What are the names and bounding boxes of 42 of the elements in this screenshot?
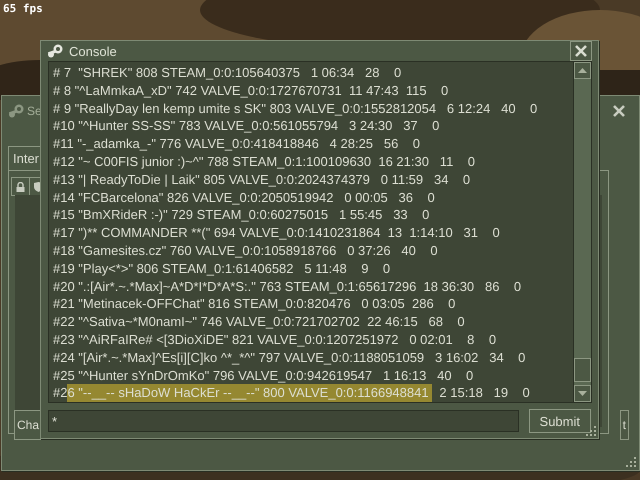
console-text: #17 ")** COMMANDER **(" 694 VALVE_0:0:1410231864 13 1:14:10 31 0 [53, 224, 500, 242]
steam-logo-icon [8, 104, 24, 118]
scroll-thumb[interactable] [574, 358, 591, 382]
console-text: #11 "-_adamka_-" 776 VALVE_0:0:418418846 4 28:25 56 0 [53, 135, 420, 153]
scroll-down-button[interactable] [574, 385, 591, 402]
submit-button[interactable]: Submit [528, 409, 591, 434]
resize-grip-icon [626, 457, 636, 467]
console-text: #13 "| ReadyToDie | Laik" 805 VALVE_0:0:2024374379 0 11:59 34 0 [53, 170, 470, 189]
console-text: #23 "^AiRFaIRe# <[3DioXiDE" 821 VALVE_0:0:1207251972 0 02:01 8 0 [53, 330, 496, 349]
lock-icon [16, 182, 25, 192]
down-arrow-icon [578, 391, 587, 396]
console-text: #21 "Metinacek-OFFChat" 816 STEAM_0:0:820476 0 03:05 286 0 [53, 295, 456, 314]
lock-column-header[interactable] [11, 177, 30, 196]
console-text: #10 "^Hunter SS-SS" 783 VALVE_0:0:561055794 3 24:30 37 0 [53, 117, 440, 136]
side-button[interactable]: t [620, 410, 629, 440]
selected-text: 6 "--__-- sHaDoW HaCkEr --__--" 800 VALVE_0:0:1166948841 [67, 384, 432, 402]
console-text: # 8 "^LaMmkaA_xD" 742 VALVE_0:0:1727670731 11 47:43 115 0 [53, 82, 448, 100]
up-arrow-icon [578, 68, 587, 73]
close-button[interactable] [570, 41, 592, 61]
console-text: # 7 "SHREK" 808 STEAM_0:0:105640375 1 06:34 28 0 [53, 64, 402, 82]
scroll-up-button[interactable] [574, 62, 591, 79]
console-text: #24 "[Air*.~.*Max]^Es[i][C]ko ^*_*^" 797 VALVE_0:0:1188051059 3 16:02 34 0 [53, 348, 526, 367]
console-text: #18 "Gamesites.cz" 760 VALVE_0:0:1058918766 0 37:26 40 0 [53, 242, 438, 260]
console-text: #20 ".:[Air*.~.*Max]~A*D*I*D*A*S:." 763 STEAM_0:1:65617296 18 36:30 86 0 [53, 278, 522, 296]
console-text: # 9 "ReallyDay len kemp umite s SK" 803 VALVE_0:0:1552812054 6 12:24 40 0 [53, 100, 538, 118]
close-icon [574, 44, 588, 58]
console-text: 2 15:18 19 0 [438, 384, 530, 402]
console-text: #2 [53, 384, 68, 402]
scrollbar[interactable] [573, 61, 592, 404]
console-text: #14 "FCBarcelona" 826 VALVE_0:0:2050519942 0 00:05 36 0 [53, 188, 435, 206]
resize-grip-icon [586, 426, 596, 436]
console-text: #12 "~ C00FIS junior :)~^" 788 STEAM_0:1:100109630 16 21:30 11 0 [53, 152, 475, 171]
close-icon [612, 104, 626, 118]
console-text: #15 "BmXRideR :-)" 729 STEAM_0:0:60275015 1 55:45 33 0 [53, 206, 430, 224]
console-text: #19 "Play<*>" 806 STEAM_0:1:61406582 5 11:48 9 0 [53, 260, 390, 278]
chat-button[interactable]: Cha [14, 410, 41, 440]
console-text: #22 "^Sativa~*M0namI~" 746 VALVE_0:0:721702702 22 46:15 68 0 [53, 313, 465, 331]
fps-counter: 65 fps [3, 2, 43, 15]
window-title: Console [69, 44, 118, 58]
steam-logo-icon [47, 44, 63, 58]
command-input[interactable]: * [48, 410, 519, 432]
console-text: #25 "^Hunter sYnDrOmKo" 796 VALVE_0:0:942619547 1 16:13 40 0 [53, 366, 474, 384]
